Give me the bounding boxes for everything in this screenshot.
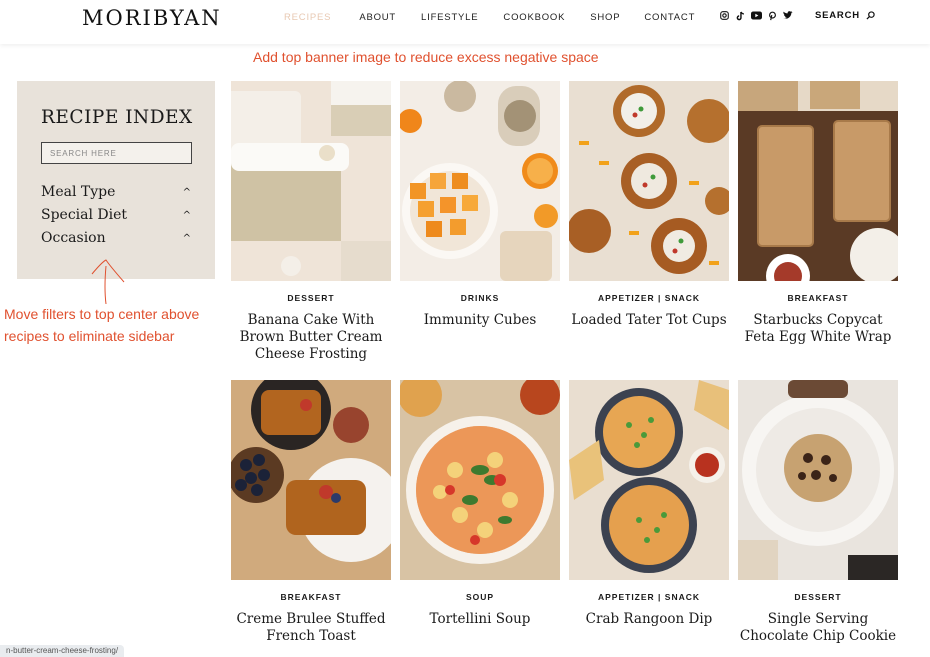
recipe-title[interactable]: Single Serving Chocolate Chip Cookie	[738, 611, 898, 645]
recipe-image-banana-cake[interactable]	[231, 81, 391, 281]
recipe-title[interactable]: Immunity Cubes	[400, 312, 560, 329]
recipe-index-sidebar: RECIPE INDEX SEARCH HERE Meal Type ^ Spe…	[17, 81, 215, 279]
filter-special-diet[interactable]: Special Diet ^	[41, 207, 191, 223]
filter-label: Occasion	[41, 230, 106, 246]
main-nav: RECIPES ABOUT LIFESTYLE COOKBOOK SHOP CO…	[284, 12, 695, 23]
chevron-up-icon: ^	[182, 209, 191, 221]
recipe-category[interactable]: SOUP	[400, 592, 560, 602]
annotation-top: Add top banner image to reduce excess ne…	[253, 49, 599, 65]
header-search-label: SEARCH	[815, 10, 860, 21]
twitter-icon[interactable]	[783, 11, 793, 21]
recipe-category[interactable]: DESSERT	[738, 592, 898, 602]
recipe-image-immunity-cubes[interactable]	[400, 81, 560, 281]
nav-about[interactable]: ABOUT	[359, 12, 396, 23]
nav-shop[interactable]: SHOP	[590, 12, 620, 23]
recipe-title[interactable]: Crab Rangoon Dip	[569, 611, 729, 628]
header-search[interactable]: SEARCH	[815, 10, 875, 21]
recipe-category[interactable]: BREAKFAST	[738, 293, 898, 303]
recipe-card[interactable]: BREAKFAST Creme Brulee Stuffed French To…	[231, 380, 391, 645]
annotation-arrow-icon	[91, 259, 125, 305]
filter-occasion[interactable]: Occasion ^	[41, 230, 191, 246]
recipe-category[interactable]: DESSERT	[231, 293, 391, 303]
recipe-title[interactable]: Loaded Tater Tot Cups	[569, 312, 729, 329]
recipe-title[interactable]: Starbucks Copycat Feta Egg White Wrap	[738, 312, 898, 346]
social-links	[719, 11, 793, 21]
instagram-icon[interactable]	[719, 11, 729, 21]
search-icon	[866, 11, 875, 20]
recipe-image-crab-rangoon-dip[interactable]	[569, 380, 729, 580]
chevron-up-icon: ^	[182, 232, 191, 244]
nav-recipes[interactable]: RECIPES	[284, 12, 331, 23]
recipe-card[interactable]: APPETIZER | SNACK Loaded Tater Tot Cups	[569, 81, 729, 329]
youtube-icon[interactable]	[751, 11, 762, 21]
chevron-up-icon: ^	[182, 186, 191, 198]
recipe-title[interactable]: Banana Cake With Brown Butter Cream Chee…	[231, 312, 391, 363]
recipe-category[interactable]: APPETIZER | SNACK	[569, 592, 729, 602]
tiktok-icon[interactable]	[735, 11, 745, 21]
recipe-title[interactable]: Creme Brulee Stuffed French Toast	[231, 611, 391, 645]
recipe-title[interactable]: Tortellini Soup	[400, 611, 560, 628]
nav-cookbook[interactable]: COOKBOOK	[503, 12, 565, 23]
nav-contact[interactable]: CONTACT	[644, 12, 695, 23]
recipe-category[interactable]: APPETIZER | SNACK	[569, 293, 729, 303]
recipe-card[interactable]: APPETIZER | SNACK Crab Rangoon Dip	[569, 380, 729, 628]
filter-label: Meal Type	[41, 184, 116, 200]
recipe-image-egg-white-wrap[interactable]	[738, 81, 898, 281]
nav-lifestyle[interactable]: LIFESTYLE	[421, 12, 478, 23]
recipe-image-tater-tot-cups[interactable]	[569, 81, 729, 281]
recipe-category[interactable]: BREAKFAST	[231, 592, 391, 602]
recipe-image-chocolate-chip-cookie[interactable]	[738, 380, 898, 580]
recipe-card[interactable]: DESSERT Single Serving Chocolate Chip Co…	[738, 380, 898, 645]
annotation-left: Move filters to top center above recipes…	[4, 306, 200, 344]
filter-meal-type[interactable]: Meal Type ^	[41, 184, 191, 200]
status-url: n-butter-cream-cheese-frosting/	[0, 645, 125, 657]
recipe-card[interactable]: BREAKFAST Starbucks Copycat Feta Egg Whi…	[738, 81, 898, 346]
recipe-index-title: RECIPE INDEX	[41, 107, 193, 128]
recipe-card[interactable]: DRINKS Immunity Cubes	[400, 81, 560, 329]
recipe-search-input[interactable]: SEARCH HERE	[41, 142, 192, 164]
recipe-image-creme-brulee-toast[interactable]	[231, 380, 391, 580]
recipe-card[interactable]: SOUP Tortellini Soup	[400, 380, 560, 628]
pinterest-icon[interactable]	[767, 11, 777, 21]
site-header: MORIBYAN RECIPES ABOUT LIFESTYLE COOKBOO…	[0, 0, 930, 44]
recipe-image-tortellini-soup[interactable]	[400, 380, 560, 580]
recipe-card[interactable]: DESSERT Banana Cake With Brown Butter Cr…	[231, 81, 391, 363]
recipe-category[interactable]: DRINKS	[400, 293, 560, 303]
filter-label: Special Diet	[41, 207, 128, 223]
site-logo[interactable]: MORIBYAN	[82, 6, 222, 30]
